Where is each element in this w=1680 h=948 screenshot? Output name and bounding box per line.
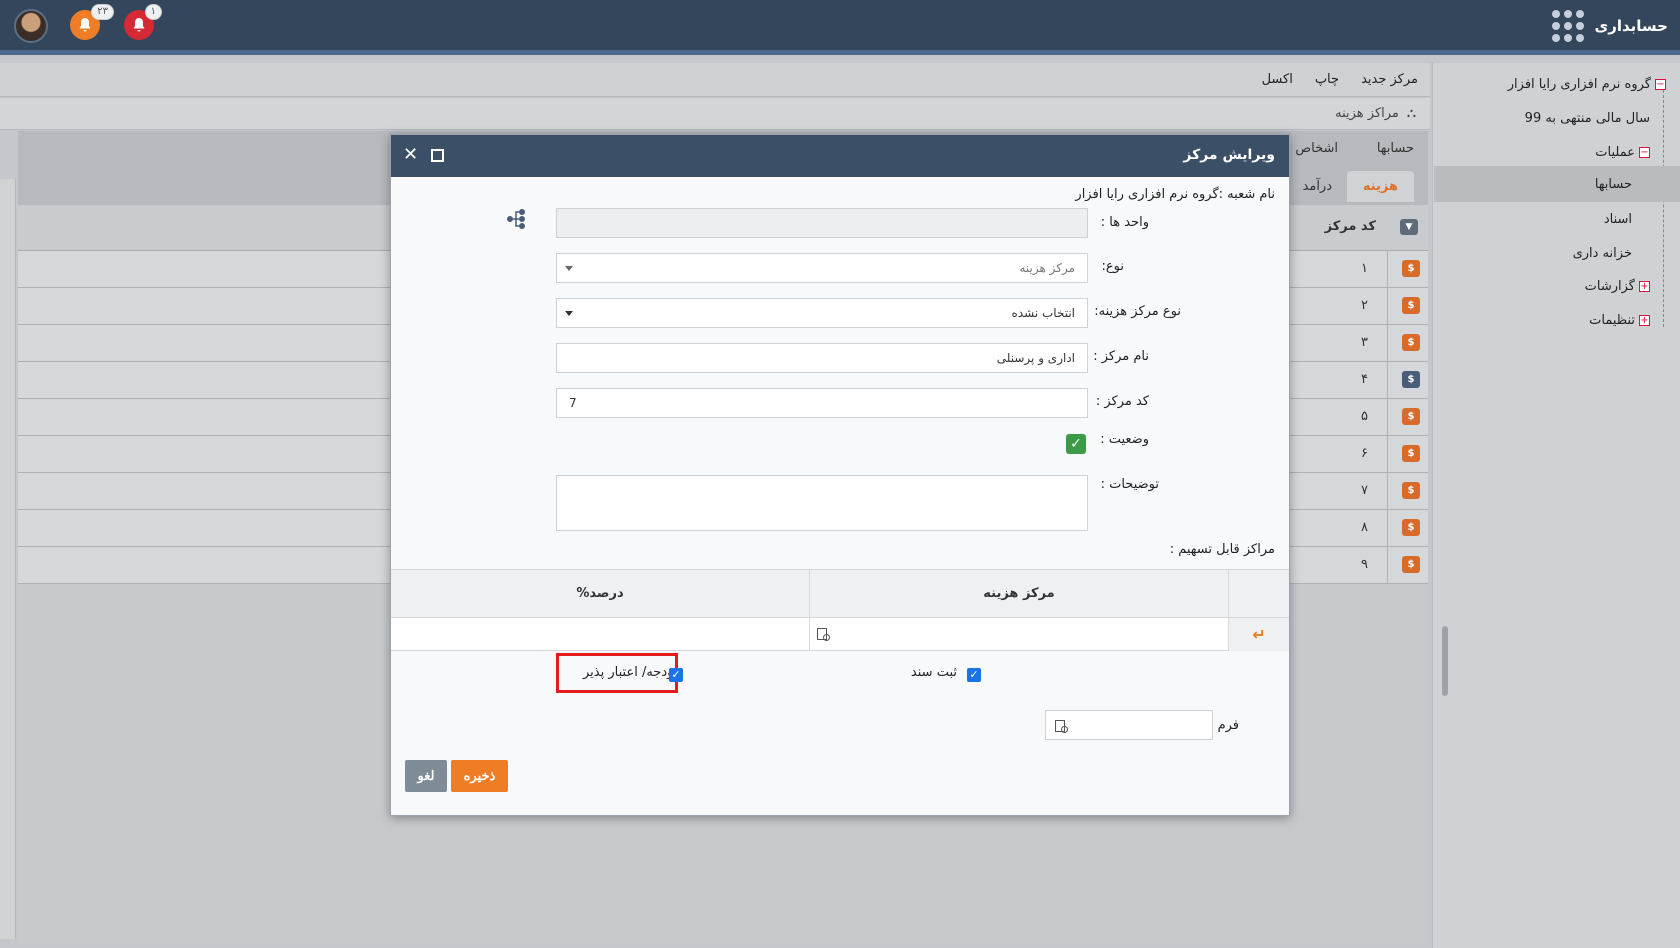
center-name-input[interactable]: اداری و پرسنلی	[556, 343, 1088, 373]
cost-center-icon: $	[1402, 408, 1420, 425]
tab-persons[interactable]: اشخاص	[1295, 141, 1338, 156]
center-code-input[interactable]: 7	[556, 388, 1088, 418]
status-label: وضعیت :	[1100, 432, 1149, 447]
collapse-icon[interactable]: −	[1655, 79, 1666, 90]
notification-bell-icon[interactable]: ۲۳	[70, 4, 114, 40]
tree-item-fiscal-year[interactable]: سال مالی منتهی به 99	[1525, 111, 1650, 126]
center-code-label: کد مرکز :	[1095, 394, 1149, 409]
lookup-icon[interactable]	[816, 627, 830, 641]
table-row[interactable]: ↵	[391, 618, 1289, 651]
hierarchy-icon: ⛬	[1406, 106, 1416, 121]
cost-center-icon: $	[1402, 371, 1420, 388]
center-name-label: نام مرکز :	[1093, 349, 1149, 364]
branch-name-label: نام شعبه :گروه نرم افزاری رایا افزار	[1075, 187, 1275, 202]
tree-item-company[interactable]: − گروه نرم افزاری رایا افزار	[1508, 77, 1666, 92]
tab-accounts[interactable]: حسابها	[1377, 141, 1414, 156]
units-label: واحد ها :	[1100, 215, 1149, 230]
cost-center-icon: $	[1402, 445, 1420, 462]
dialog-title: ویرایش مرکز	[1183, 147, 1275, 163]
expand-icon[interactable]: +	[1639, 315, 1650, 326]
tab-cost[interactable]: هزینه	[1346, 171, 1414, 202]
cost-center-icon: $	[1402, 260, 1420, 277]
sidebar-tree: − گروه نرم افزاری رایا افزار سال مالی من…	[1432, 63, 1680, 948]
enter-icon[interactable]: ↵	[1229, 618, 1289, 651]
apps-grid-icon[interactable]	[1552, 10, 1585, 42]
app-title: حسابداری	[1594, 17, 1668, 35]
chevron-down-icon	[565, 266, 573, 271]
avatar[interactable]	[14, 9, 48, 43]
vertical-scrollbar[interactable]	[1442, 626, 1448, 696]
tree-item-settings[interactable]: + تنظیمات	[1589, 313, 1650, 328]
description-label: توضیحات :	[1100, 477, 1159, 492]
allocation-grid: مرکز هزینه درصد% ↵	[391, 569, 1289, 651]
register-doc-checkbox[interactable]: ✓	[967, 668, 981, 682]
chevron-down-icon[interactable]: ▼	[1400, 219, 1418, 235]
cancel-button[interactable]: لغو	[405, 760, 447, 792]
cost-center-icon: $	[1402, 334, 1420, 351]
expand-icon[interactable]: +	[1639, 281, 1650, 292]
column-header-code[interactable]: کد مرکز	[1325, 219, 1376, 234]
new-center-button[interactable]: مرکز جدید	[1361, 72, 1418, 87]
toolbar: مرکز جدید چاپ اکسل	[0, 63, 1430, 97]
form-label: فرم	[1217, 718, 1239, 733]
cost-center-icon: $	[1402, 482, 1420, 499]
print-button[interactable]: چاپ	[1315, 72, 1339, 87]
alert-count-badge: ۱	[144, 4, 162, 20]
save-button[interactable]: ذخیره	[451, 760, 508, 792]
edit-center-dialog: ویرایش مرکز ✕ نام شعبه :گروه نرم افزاری …	[390, 134, 1290, 816]
collapse-icon[interactable]: −	[1639, 147, 1650, 158]
cost-center-icon: $	[1402, 297, 1420, 314]
cost-center-cell[interactable]	[809, 618, 1229, 651]
type-label: نوع:	[1101, 259, 1124, 274]
left-scrollbar[interactable]	[0, 179, 16, 939]
column-header-cost-center[interactable]: مرکز هزینه	[809, 570, 1229, 618]
breadcrumb-label[interactable]: مراکز هزینه	[1335, 106, 1399, 121]
cost-center-icon: $	[1402, 519, 1420, 536]
cost-center-icon: $	[1402, 556, 1420, 573]
brand[interactable]: حسابداری	[1552, 10, 1668, 42]
tree-item-accounts[interactable]: حسابها	[1434, 166, 1680, 202]
top-bar: حسابداری ۱ ۲۳	[0, 0, 1680, 50]
cost-type-label: نوع مرکز هزینه:	[1094, 304, 1181, 319]
dialog-header: ویرایش مرکز ✕	[391, 135, 1289, 177]
tree-item-treasury[interactable]: خزانه داری	[1573, 246, 1632, 261]
type-select[interactable]: مرکز هزینه	[556, 253, 1088, 283]
chevron-down-icon	[565, 311, 573, 316]
budget-label: بودجه/ اعتبار پذیر	[583, 665, 678, 680]
tab-income[interactable]: درآمد	[1303, 179, 1332, 194]
units-field[interactable]	[556, 208, 1088, 238]
notification-count-badge: ۲۳	[91, 4, 114, 20]
tree-item-documents[interactable]: اسناد	[1604, 212, 1632, 227]
budget-checkbox[interactable]: ✓	[669, 668, 683, 682]
alert-bell-icon[interactable]: ۱	[124, 4, 162, 40]
status-checkbox[interactable]: ✓	[1066, 434, 1086, 454]
lookup-icon[interactable]	[1054, 719, 1068, 733]
tree-item-operations[interactable]: − عملیات	[1595, 145, 1650, 160]
column-header-percent[interactable]: درصد%	[391, 570, 809, 618]
close-icon[interactable]: ✕	[403, 145, 418, 165]
maximize-icon[interactable]	[431, 149, 444, 162]
description-textarea[interactable]	[556, 475, 1088, 531]
allocatable-centers-label: مراکز قابل تسهیم :	[1169, 542, 1275, 557]
register-doc-label: ثبت سند	[910, 665, 957, 680]
excel-button[interactable]: اکسل	[1262, 72, 1293, 87]
org-tree-icon[interactable]	[506, 208, 526, 230]
cost-type-select[interactable]: انتخاب نشده	[556, 298, 1088, 328]
breadcrumb: ⛬ مراکز هزینه	[0, 98, 1430, 130]
form-lookup-input[interactable]	[1045, 710, 1213, 740]
tree-item-reports[interactable]: + گزارشات	[1585, 279, 1650, 294]
